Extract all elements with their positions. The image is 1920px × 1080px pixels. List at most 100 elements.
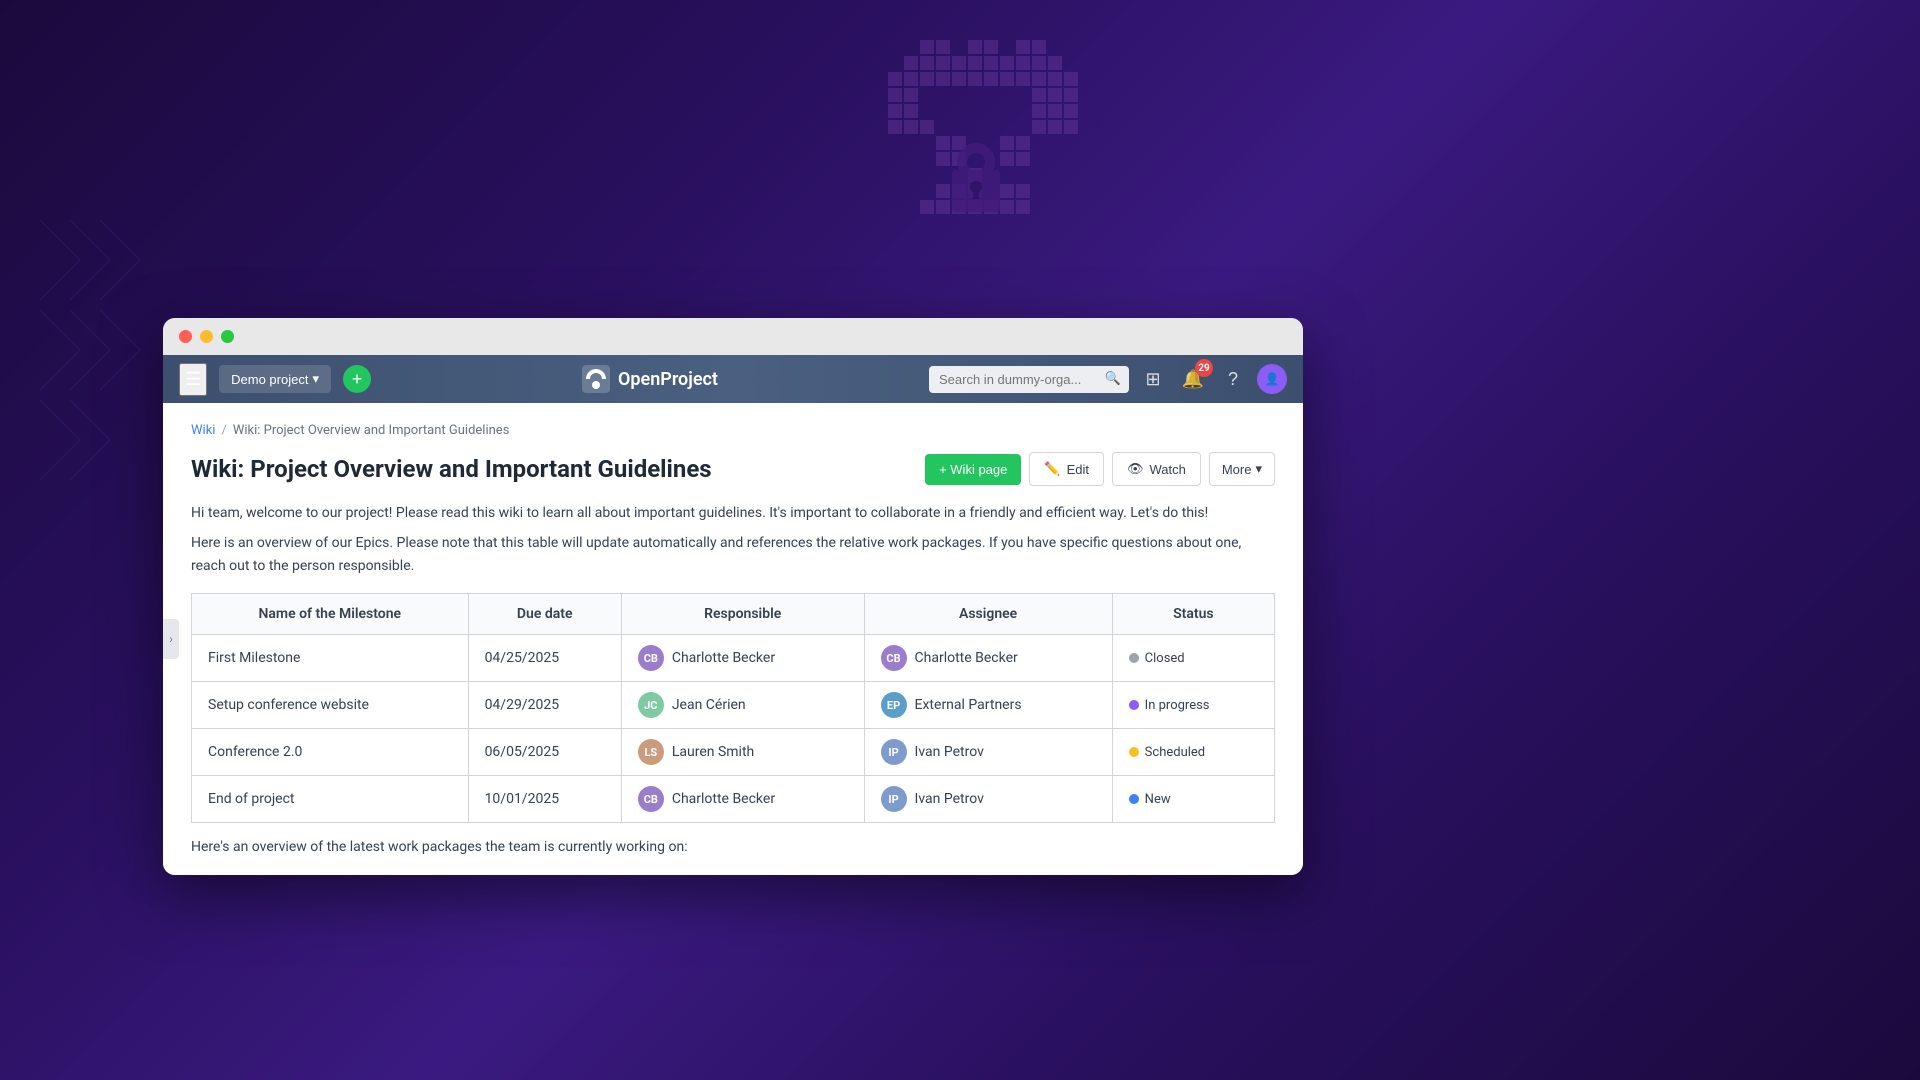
bottom-description-text: Here's an overview of the latest work pa… bbox=[191, 839, 1275, 855]
watch-button-label: Watch bbox=[1149, 462, 1185, 477]
nav-right-section: 🔍 ⊞ 🔔 29 ? 👤 bbox=[929, 363, 1287, 395]
window-chrome bbox=[163, 318, 1303, 355]
status-dot-icon bbox=[1129, 653, 1139, 663]
cell-due-date: 06/05/2025 bbox=[468, 729, 621, 776]
status-dot-icon bbox=[1129, 700, 1139, 710]
page-header: Wiki: Project Overview and Important Gui… bbox=[191, 452, 1275, 486]
status-label: In progress bbox=[1145, 698, 1210, 713]
cell-responsible: JC Jean Cérien bbox=[621, 682, 864, 729]
content-area: › Wiki / Wiki: Project Overview and Impo… bbox=[163, 403, 1303, 875]
assignee-avatar: CB bbox=[881, 645, 907, 671]
global-search-input[interactable] bbox=[929, 366, 1129, 393]
col-header-assignee: Assignee bbox=[864, 594, 1112, 635]
description-text-2: Here is an overview of our Epics. Please… bbox=[191, 532, 1275, 577]
hamburger-menu-button[interactable]: ☰ bbox=[179, 363, 207, 396]
cell-due-date: 04/29/2025 bbox=[468, 682, 621, 729]
assignee-name: Ivan Petrov bbox=[915, 791, 984, 807]
breadcrumb-wiki-link[interactable]: Wiki bbox=[191, 423, 215, 438]
cell-status: New bbox=[1112, 776, 1274, 823]
more-button[interactable]: More ▾ bbox=[1209, 452, 1275, 486]
more-button-label: More bbox=[1222, 462, 1252, 477]
top-navigation: ☰ Demo project ▾ + OpenProject 🔍 ⊞ 🔔 29 bbox=[163, 355, 1303, 403]
wiki-page-button-label: + Wiki page bbox=[939, 462, 1007, 477]
user-avatar[interactable]: 👤 bbox=[1257, 364, 1287, 394]
responsible-avatar: LS bbox=[638, 739, 664, 765]
cell-due-date: 04/25/2025 bbox=[468, 635, 621, 682]
cell-responsible: CB Charlotte Becker bbox=[621, 635, 864, 682]
cell-assignee: IP Ivan Petrov bbox=[864, 729, 1112, 776]
cell-status: In progress bbox=[1112, 682, 1274, 729]
status-dot-icon bbox=[1129, 747, 1139, 757]
breadcrumb-current: Wiki: Project Overview and Important Gui… bbox=[233, 423, 510, 438]
page-title: Wiki: Project Overview and Important Gui… bbox=[191, 455, 712, 483]
assignee-name: Ivan Petrov bbox=[915, 744, 984, 760]
edit-icon: ✏️ bbox=[1044, 461, 1060, 477]
logo-text: OpenProject bbox=[618, 369, 718, 390]
responsible-avatar: CB bbox=[638, 645, 664, 671]
assignee-avatar: EP bbox=[881, 692, 907, 718]
assignee-name: External Partners bbox=[915, 697, 1022, 713]
responsible-name: Charlotte Becker bbox=[672, 650, 775, 666]
pixel-art-decoration bbox=[760, 30, 1160, 314]
project-selector-button[interactable]: Demo project ▾ bbox=[219, 365, 331, 393]
notifications-wrapper: 🔔 29 bbox=[1177, 363, 1209, 395]
watch-button[interactable]: 👁 Watch bbox=[1112, 452, 1201, 486]
cell-milestone-name: First Milestone bbox=[192, 635, 469, 682]
cell-milestone-name: End of project bbox=[192, 776, 469, 823]
status-label: Closed bbox=[1145, 651, 1185, 666]
cell-responsible: LS Lauren Smith bbox=[621, 729, 864, 776]
window-close-dot[interactable] bbox=[179, 330, 192, 343]
cell-assignee: CB Charlotte Becker bbox=[864, 635, 1112, 682]
responsible-avatar: JC bbox=[638, 692, 664, 718]
cell-milestone-name: Setup conference website bbox=[192, 682, 469, 729]
status-dot-icon bbox=[1129, 794, 1139, 804]
table-row[interactable]: First Milestone 04/25/2025 CB Charlotte … bbox=[192, 635, 1275, 682]
wiki-page-button[interactable]: + Wiki page bbox=[925, 454, 1021, 485]
breadcrumb: Wiki / Wiki: Project Overview and Import… bbox=[191, 423, 1275, 438]
table-row[interactable]: Conference 2.0 06/05/2025 LS Lauren Smit… bbox=[192, 729, 1275, 776]
breadcrumb-separator: / bbox=[221, 423, 226, 438]
responsible-name: Charlotte Becker bbox=[672, 791, 775, 807]
milestone-table: Name of the Milestone Due date Responsib… bbox=[191, 593, 1275, 823]
status-label: Scheduled bbox=[1145, 745, 1205, 760]
window-minimize-dot[interactable] bbox=[200, 330, 213, 343]
cell-assignee: IP Ivan Petrov bbox=[864, 776, 1112, 823]
sidebar-toggle-button[interactable]: › bbox=[163, 619, 179, 659]
edit-button[interactable]: ✏️ Edit bbox=[1029, 452, 1104, 486]
help-button[interactable]: ? bbox=[1217, 363, 1249, 395]
responsible-name: Jean Cérien bbox=[672, 697, 746, 713]
cell-assignee: EP External Partners bbox=[864, 682, 1112, 729]
grid-view-button[interactable]: ⊞ bbox=[1137, 363, 1169, 395]
more-chevron-icon: ▾ bbox=[1255, 461, 1262, 477]
responsible-name: Lauren Smith bbox=[672, 744, 754, 760]
cell-responsible: CB Charlotte Becker bbox=[621, 776, 864, 823]
col-header-milestone: Name of the Milestone bbox=[192, 594, 469, 635]
notification-badge: 29 bbox=[1195, 359, 1213, 377]
col-header-status: Status bbox=[1112, 594, 1274, 635]
new-item-button[interactable]: + bbox=[343, 365, 371, 393]
app-logo: OpenProject bbox=[383, 365, 917, 393]
table-row[interactable]: Setup conference website 04/29/2025 JC J… bbox=[192, 682, 1275, 729]
search-wrapper: 🔍 bbox=[929, 366, 1129, 393]
assignee-avatar: IP bbox=[881, 786, 907, 812]
cell-due-date: 10/01/2025 bbox=[468, 776, 621, 823]
eye-icon: 👁 bbox=[1127, 461, 1144, 477]
description-text-1: Hi team, welcome to our project! Please … bbox=[191, 502, 1275, 524]
page-actions: + Wiki page ✏️ Edit 👁 Watch More ▾ bbox=[925, 452, 1275, 486]
search-icon: 🔍 bbox=[1105, 372, 1121, 387]
col-header-duedate: Due date bbox=[468, 594, 621, 635]
assignee-name: Charlotte Becker bbox=[915, 650, 1018, 666]
dropdown-chevron-icon: ▾ bbox=[312, 371, 319, 387]
cell-status: Scheduled bbox=[1112, 729, 1274, 776]
col-header-responsible: Responsible bbox=[621, 594, 864, 635]
browser-window: ☰ Demo project ▾ + OpenProject 🔍 ⊞ 🔔 29 bbox=[163, 318, 1303, 875]
table-row[interactable]: End of project 10/01/2025 CB Charlotte B… bbox=[192, 776, 1275, 823]
project-name-label: Demo project bbox=[231, 372, 308, 387]
status-label: New bbox=[1145, 792, 1171, 807]
assignee-avatar: IP bbox=[881, 739, 907, 765]
cell-status: Closed bbox=[1112, 635, 1274, 682]
responsible-avatar: CB bbox=[638, 786, 664, 812]
cell-milestone-name: Conference 2.0 bbox=[192, 729, 469, 776]
window-maximize-dot[interactable] bbox=[221, 330, 234, 343]
edit-button-label: Edit bbox=[1067, 462, 1089, 477]
